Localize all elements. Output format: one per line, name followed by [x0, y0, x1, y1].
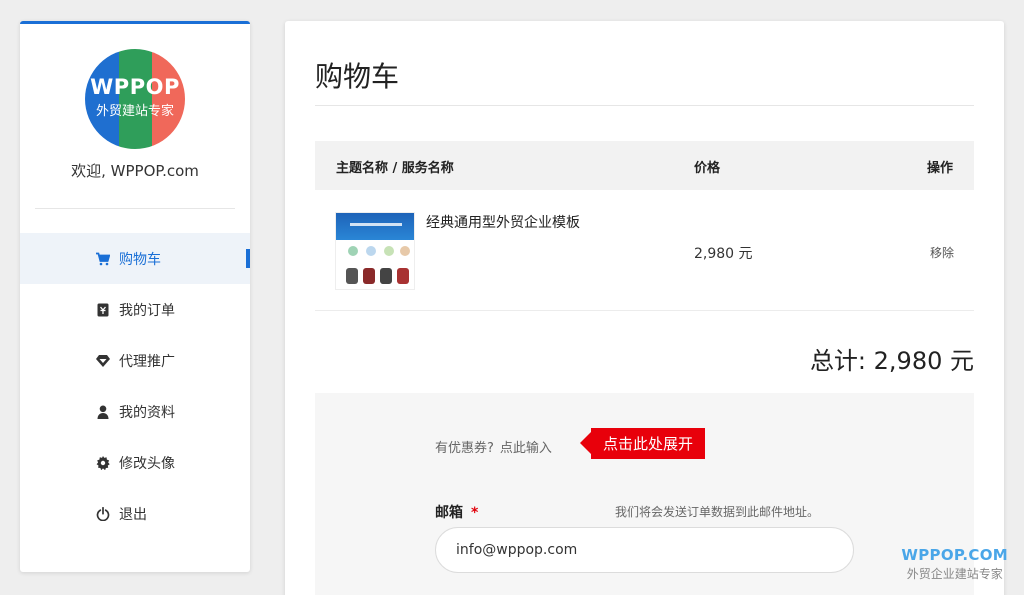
sidebar-item-label: 代理推广 [119, 353, 175, 370]
email-hint: 我们将会发送订单数据到此邮件地址。 [615, 505, 820, 519]
sidebar-item-label: 修改头像 [119, 455, 175, 472]
checkout-form: 有优惠券? 点此输入 点击此处展开 邮箱 * 我们将会发送订单数据到此邮件地址。 i… [315, 393, 974, 595]
email-field[interactable]: info@wppop.com [435, 527, 854, 573]
column-header-name: 主题名称 / 服务名称 [336, 161, 454, 176]
product-price: 2,980 元 [694, 246, 753, 262]
page-title: 购物车 [315, 60, 400, 93]
cart-icon [96, 252, 110, 266]
product-thumbnail[interactable] [335, 212, 415, 290]
email-label-text: 邮箱 [435, 505, 463, 521]
logo-text: WPPOP [90, 75, 180, 99]
coupon-link[interactable]: 点此输入 [500, 441, 552, 456]
column-header-action: 操作 [926, 161, 953, 176]
diamond-icon [96, 354, 110, 368]
sidebar-item-orders[interactable]: 我的订单 [20, 284, 250, 335]
order-icon [96, 303, 110, 317]
welcome-text: 欢迎, WPPOP.com [71, 162, 199, 180]
email-label: 邮箱 * [435, 502, 478, 522]
table-row: 经典通用型外贸企业模板 2,980 元 移除 [315, 190, 974, 311]
gear-icon [96, 455, 110, 470]
coupon-row: 有优惠券? 点此输入 [435, 437, 552, 456]
sidebar: WPPOP 外贸建站专家 欢迎, WPPOP.com 购物车 我的订单 代理推广… [20, 21, 250, 572]
watermark-tagline: 外贸企业建站专家 [906, 567, 1003, 581]
sidebar-item-affiliate[interactable]: 代理推广 [20, 335, 250, 386]
coupon-prompt: 有优惠券? [435, 441, 494, 456]
logo: WPPOP 外贸建站专家 [85, 49, 185, 149]
cart-panel: 购物车 主题名称 / 服务名称 价格 操作 经典通用型外贸企业模板 2,980 … [285, 21, 1004, 595]
sidebar-item-profile[interactable]: 我的资料 [20, 386, 250, 437]
sidebar-divider [35, 208, 235, 209]
sidebar-item-label: 我的订单 [119, 302, 175, 319]
sidebar-item-cart[interactable]: 购物车 [20, 233, 250, 284]
user-icon [96, 405, 110, 419]
sidebar-item-avatar[interactable]: 修改头像 [20, 437, 250, 488]
column-header-price: 价格 [694, 161, 721, 176]
sidebar-item-label: 退出 [119, 506, 147, 523]
sidebar-item-label: 我的资料 [119, 404, 175, 421]
watermark-brand: WPPOP.COM [901, 546, 1008, 564]
logo-subtitle: 外贸建站专家 [95, 104, 174, 119]
title-divider [315, 105, 974, 106]
required-marker: * [471, 505, 479, 521]
watermark: WPPOP.COM 外贸企业建站专家 [901, 546, 1008, 582]
sidebar-item-label: 购物车 [119, 251, 161, 268]
remove-button[interactable]: 移除 [930, 244, 954, 261]
product-name[interactable]: 经典通用型外贸企业模板 [426, 212, 580, 232]
cart-total: 总计: 2,980 元 [809, 347, 974, 375]
expand-callout: 点击此处展开 [579, 428, 706, 459]
sidebar-item-logout[interactable]: 退出 [20, 488, 250, 539]
power-icon [96, 506, 110, 521]
table-header: 主题名称 / 服务名称 价格 操作 [315, 141, 974, 190]
